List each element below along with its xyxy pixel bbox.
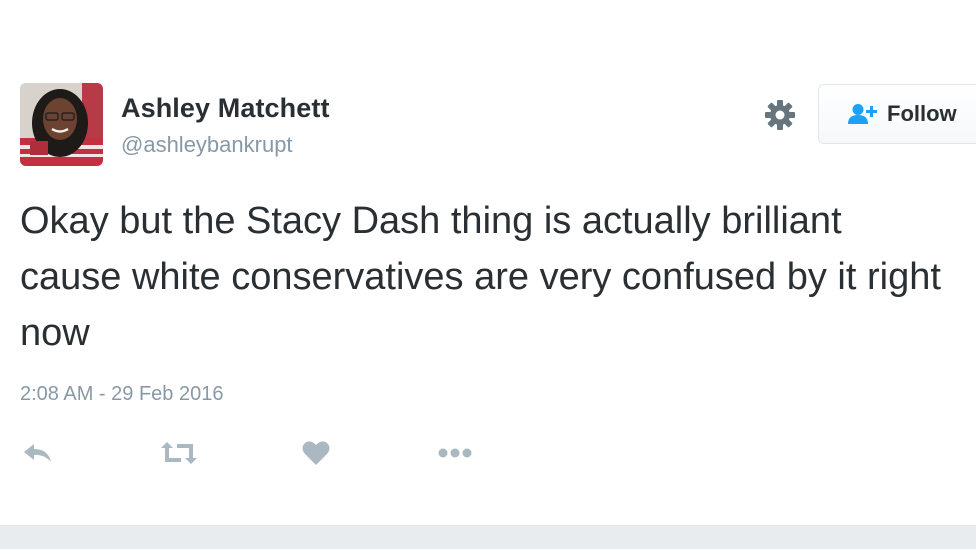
tweet-card: Ashley Matchett @ashleybankrupt Follow O…	[0, 0, 976, 549]
tweet-timestamp[interactable]: 2:08 AM - 29 Feb 2016	[20, 383, 223, 406]
display-name[interactable]: Ashley Matchett	[121, 93, 330, 124]
add-user-icon	[848, 104, 877, 124]
reply-icon	[24, 444, 51, 462]
more-icon	[438, 448, 472, 458]
reply-button[interactable]	[20, 436, 56, 470]
avatar-image	[20, 83, 103, 166]
follow-button[interactable]: Follow	[818, 84, 976, 144]
heart-icon	[302, 441, 330, 465]
tweet-text: Okay but the Stacy Dash thing is actuall…	[20, 200, 941, 354]
retweet-button[interactable]	[158, 436, 200, 470]
follow-label: Follow	[887, 101, 957, 126]
gear-icon[interactable]	[763, 98, 797, 132]
screen-name[interactable]: @ashleybankrupt	[121, 132, 293, 158]
more-button[interactable]	[436, 436, 474, 470]
like-button[interactable]	[300, 436, 332, 470]
avatar[interactable]	[20, 83, 103, 166]
footer-bar	[0, 525, 976, 549]
retweet-icon	[161, 442, 197, 464]
